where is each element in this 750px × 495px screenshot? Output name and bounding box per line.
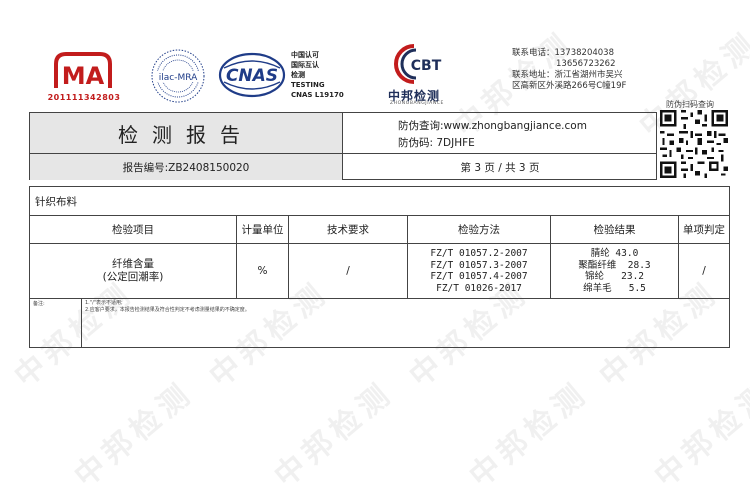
watermark: 中邦检测: [647, 374, 750, 495]
sample-name: 针织布料: [35, 195, 77, 208]
item-name: 纤维含量: [112, 258, 154, 270]
table-row-methods: FZ/T 01057.2-2007 FZ/T 01057.3-2007 FZ/T…: [408, 244, 550, 298]
cma-letters: MA: [62, 62, 105, 90]
qr-scan-label: 防伪扫码查询: [666, 100, 714, 109]
contact-info: 联系电话：13738204038 13656723262 联系地址：浙江省湖州市…: [512, 48, 627, 91]
report-title: 检测报告: [30, 113, 342, 153]
table-row-item: 纤维含量 (公定回潮率): [30, 244, 236, 298]
address-line-2: 区高新区外溪路266号C幢19F: [512, 81, 627, 91]
address-line-1: 浙江省湖州市吴兴: [554, 70, 623, 80]
column-header-method: 检验方法: [458, 224, 500, 236]
column-header-judgment: 单项判定: [683, 224, 725, 236]
method-line: FZ/T 01057.2-2007: [430, 248, 528, 259]
result-line: 锦纶 23.2: [584, 271, 645, 282]
column-header-item: 检验项目: [112, 224, 154, 236]
remarks-text: 1."/"表示不适用; 2.应客户要求，本报告检测结果及符合性判定不考虑测量结果…: [85, 300, 725, 314]
report-header: 检测报告 防伪查询:www.zhongbangjiance.com 防伪码: 7…: [29, 112, 657, 180]
results-table: 针织布料 检验项目 计量单位 技术要求 检验方法 检验结果 单项判定 纤维含量 …: [29, 186, 730, 348]
column-header-result: 检验结果: [593, 224, 636, 236]
column-header-unit: 计量单位: [241, 224, 284, 236]
verification-info: 防伪查询:www.zhongbangjiance.com 防伪码: 7DJHFE: [343, 113, 657, 153]
remark-line: 1."/"表示不适用;: [85, 300, 123, 306]
cnas-logo-icon: CNAS: [218, 52, 286, 98]
ilac-text: ilac-MRA: [159, 73, 198, 83]
report-number: 报告编号:ZB2408150020: [30, 154, 342, 180]
verify-query-url[interactable]: 防伪查询:www.zhongbangjiance.com: [398, 118, 587, 133]
table-row-judgment: /: [702, 265, 706, 277]
method-line: FZ/T 01057.4-2007: [430, 271, 528, 282]
watermark: 中邦检测: [67, 374, 201, 495]
result-line: 腈纶 43.0: [590, 248, 639, 259]
watermark: 中邦检测: [462, 374, 596, 495]
watermark: 中邦检测: [267, 374, 401, 495]
result-line: 绵羊毛 5.5: [583, 282, 646, 294]
table-row-unit: %: [257, 265, 268, 277]
cbt-mark: CBT: [411, 58, 442, 74]
result-line: 聚酯纤维 28.3: [578, 259, 651, 271]
phone-number-2: 13656723262: [556, 59, 616, 69]
method-line: FZ/T 01026-2017: [436, 282, 522, 294]
phone-number-1: 13738204038: [554, 48, 615, 58]
item-note: (公定回潮率): [102, 271, 164, 283]
cma-number: 201111342803: [47, 93, 121, 102]
table-row-requirement: /: [346, 265, 350, 277]
cbt-logo-icon: CBT: [394, 44, 442, 84]
cnas-accreditation-text: 中国认可 国际互认 检测 TESTING CNAS L19170: [291, 51, 344, 99]
remark-line: 2.应客户要求，本报告检测结果及符合性判定不考虑测量结果的不确定度。: [85, 307, 250, 313]
remarks-label: 备注:: [33, 301, 45, 307]
ilac-mra-logo-icon: ilac-MRA: [151, 49, 205, 103]
page-indicator: 第 3 页 / 共 3 页: [460, 161, 540, 174]
verify-code: 防伪码: 7DJHFE: [398, 137, 475, 149]
table-row-results: 腈纶 43.0 聚酯纤维 28.3 锦纶 23.2 绵羊毛 5.5: [551, 244, 678, 298]
method-line: FZ/T 01057.3-2007: [430, 259, 528, 271]
column-header-requirement: 技术要求: [327, 224, 369, 236]
cnas-text: CNAS: [226, 66, 278, 86]
qr-code-icon[interactable]: [660, 110, 728, 178]
cbt-company-subtitle: ZHONGBANGJIANCE: [390, 101, 444, 106]
cma-logo-icon: MA: [54, 52, 112, 90]
